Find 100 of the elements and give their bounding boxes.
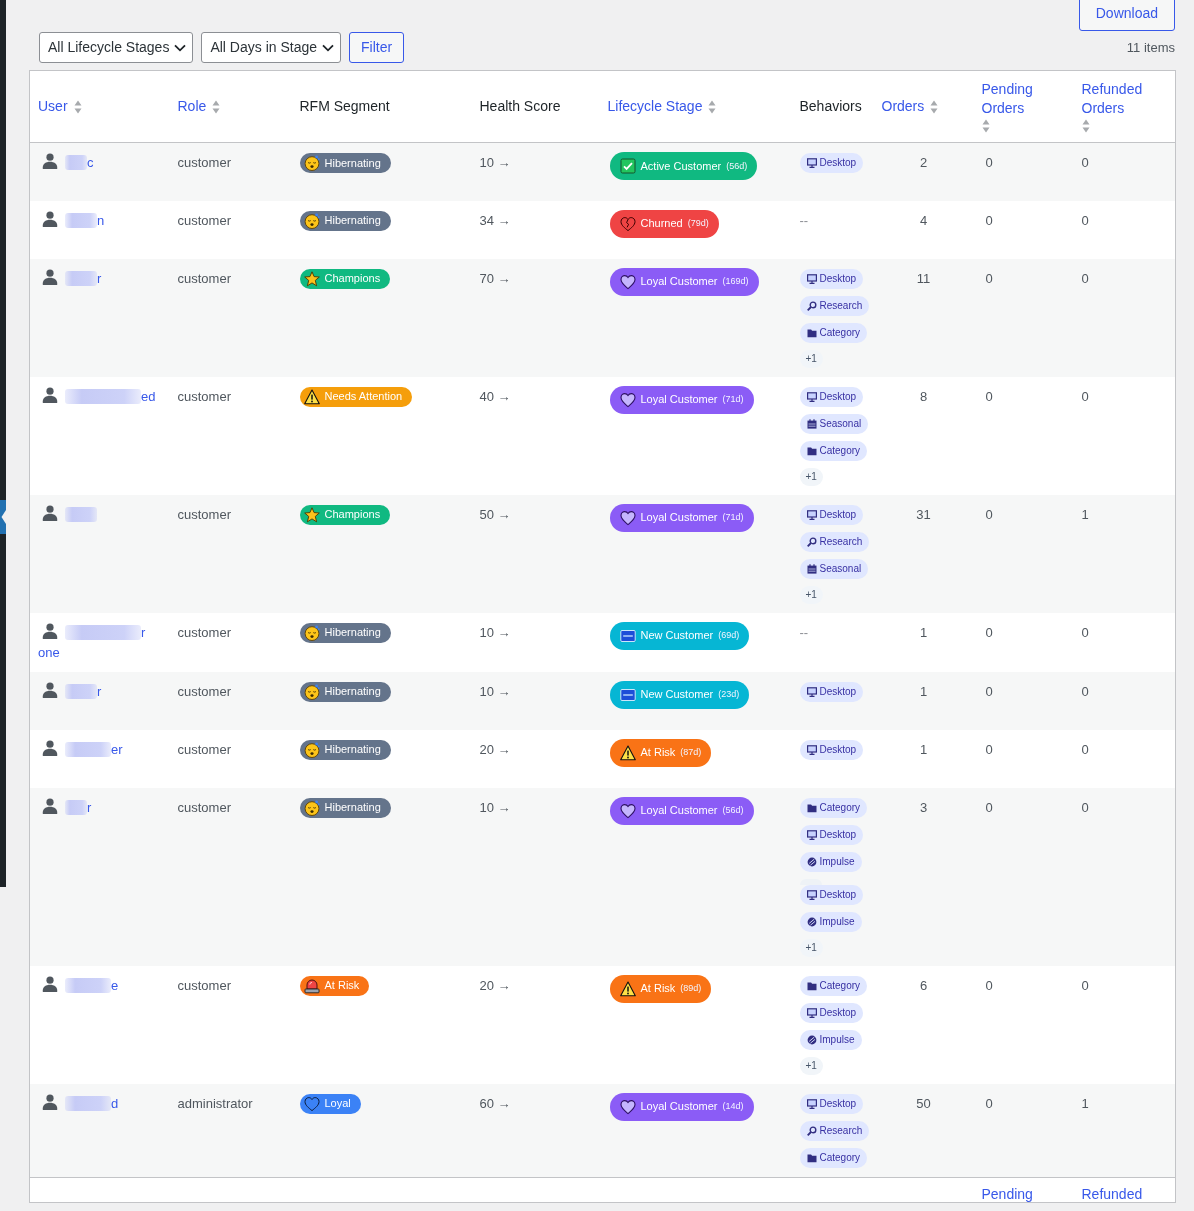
folder-icon (806, 327, 817, 338)
redacted-text (65, 155, 87, 170)
tile-icon (619, 686, 636, 703)
sort-icon (73, 99, 82, 114)
search-icon (806, 300, 817, 311)
siren-icon (303, 977, 320, 994)
star-icon (303, 506, 320, 523)
column-sort-link[interactable]: Pending Orders (981, 80, 1066, 133)
pending-count: 0 (984, 155, 993, 170)
user-name-link[interactable]: r one (38, 622, 162, 663)
heart-icon (619, 802, 636, 819)
health-score: 50 → (479, 506, 511, 522)
monitor-icon (806, 273, 817, 284)
behavior-label: Desktop (819, 271, 857, 286)
user-name-link[interactable]: r (38, 681, 102, 702)
column-sort-link[interactable]: Refunded Orders (1081, 80, 1167, 133)
refunded-count: 0 (1081, 741, 1089, 757)
health-score: 10 → (479, 155, 511, 170)
behavior-label: Desktop (819, 389, 857, 404)
behavior-label: Desktop (819, 1005, 857, 1020)
order-count: 31 (916, 506, 931, 522)
redacted-text (65, 977, 111, 993)
person-icon (42, 797, 58, 814)
user-name-link[interactable]: r (38, 268, 102, 289)
user-name-link[interactable]: er (38, 739, 123, 760)
order-count: 50 (916, 1095, 931, 1111)
user-role: customer (177, 624, 231, 640)
user-name-link[interactable]: ed (38, 386, 156, 407)
sleepy-face-icon (303, 212, 320, 229)
user-role: customer (177, 741, 231, 757)
refunded-count: 0 (1081, 388, 1089, 404)
filter-dropdown[interactable]: All Days in Stage (201, 32, 341, 63)
user-role: customer (177, 683, 231, 699)
broken-heart-icon (619, 215, 636, 232)
behavior-label: Desktop (819, 742, 857, 757)
order-count: 1 (919, 741, 928, 757)
stage-label: Loyal Customer (640, 512, 718, 523)
stage-days: (23d) (718, 690, 740, 699)
health-score: 70 → (479, 270, 511, 286)
user-role: customer (177, 155, 231, 170)
column-sort-link[interactable]: User (38, 97, 82, 116)
striped-ball-icon (806, 916, 817, 927)
user-name-link[interactable]: r (38, 797, 92, 818)
stage-label: Loyal Customer (640, 276, 718, 287)
refunded-count: 0 (1081, 155, 1089, 170)
monitor-icon (806, 158, 817, 168)
person-icon (42, 622, 58, 639)
pending-count: 0 (984, 799, 993, 815)
health-score: 34 → (479, 212, 511, 228)
pending-count: 0 (984, 1095, 993, 1111)
person-icon (42, 975, 58, 992)
more-behaviors-count: +1 (799, 1056, 823, 1075)
sleepy-face-icon (303, 799, 320, 816)
download-button[interactable]: Download (1078, 0, 1175, 31)
column-sort-link[interactable]: Role (177, 97, 221, 116)
user-name-link[interactable]: e (38, 975, 119, 996)
order-count: 11 (916, 270, 931, 286)
monitor-icon (806, 744, 817, 755)
redacted-text (65, 1095, 111, 1111)
segment-label: Champions (324, 509, 381, 520)
order-count: 4 (919, 212, 928, 228)
behavior-label: Desktop (819, 684, 857, 699)
refunded-count: 0 (1081, 212, 1089, 228)
pending-count: 0 (984, 977, 993, 993)
user-name-link[interactable]: d (38, 1093, 119, 1114)
behavior-label: Category (819, 443, 861, 458)
order-count: 1 (919, 683, 928, 699)
sleepy-face-icon (303, 741, 320, 758)
folder-icon (806, 802, 817, 813)
no-behaviors: -- (799, 624, 809, 640)
heart-icon (619, 391, 636, 408)
column-sort-link[interactable]: Lifecycle Stage (607, 97, 717, 116)
search-icon (806, 536, 817, 547)
behavior-label: Seasonal (819, 561, 862, 576)
striped-ball-icon (806, 1034, 817, 1045)
stage-days: (71d) (722, 513, 744, 522)
health-score: 20 → (479, 977, 511, 993)
heart-icon (619, 1098, 636, 1115)
no-behaviors: -- (799, 212, 809, 228)
column-sort-link[interactable]: Orders (881, 97, 939, 116)
behavior-label: Category (819, 800, 861, 815)
order-count: 3 (919, 799, 928, 815)
user-name-link[interactable]: n (38, 210, 105, 231)
stage-label: At Risk (640, 747, 676, 758)
user-name-link[interactable]: c (38, 153, 94, 173)
stage-days: (69d) (718, 631, 740, 640)
filter-dropdown[interactable]: All Lifecycle Stages (39, 32, 194, 63)
redacted-text (65, 799, 87, 815)
stage-label: Active Customer (640, 160, 722, 172)
behavior-label: Desktop (819, 887, 857, 902)
health-score: 20 → (479, 741, 511, 757)
health-score: 10 → (479, 624, 511, 640)
user-role: customer (177, 388, 231, 404)
filter-button[interactable]: Filter (349, 32, 405, 63)
segment-label: Hibernating (324, 744, 381, 755)
user-role: customer (177, 799, 231, 815)
health-score: 10 → (479, 683, 511, 699)
refunded-count: 0 (1081, 977, 1089, 993)
tile-icon (619, 627, 636, 644)
stage-label: At Risk (640, 983, 676, 994)
